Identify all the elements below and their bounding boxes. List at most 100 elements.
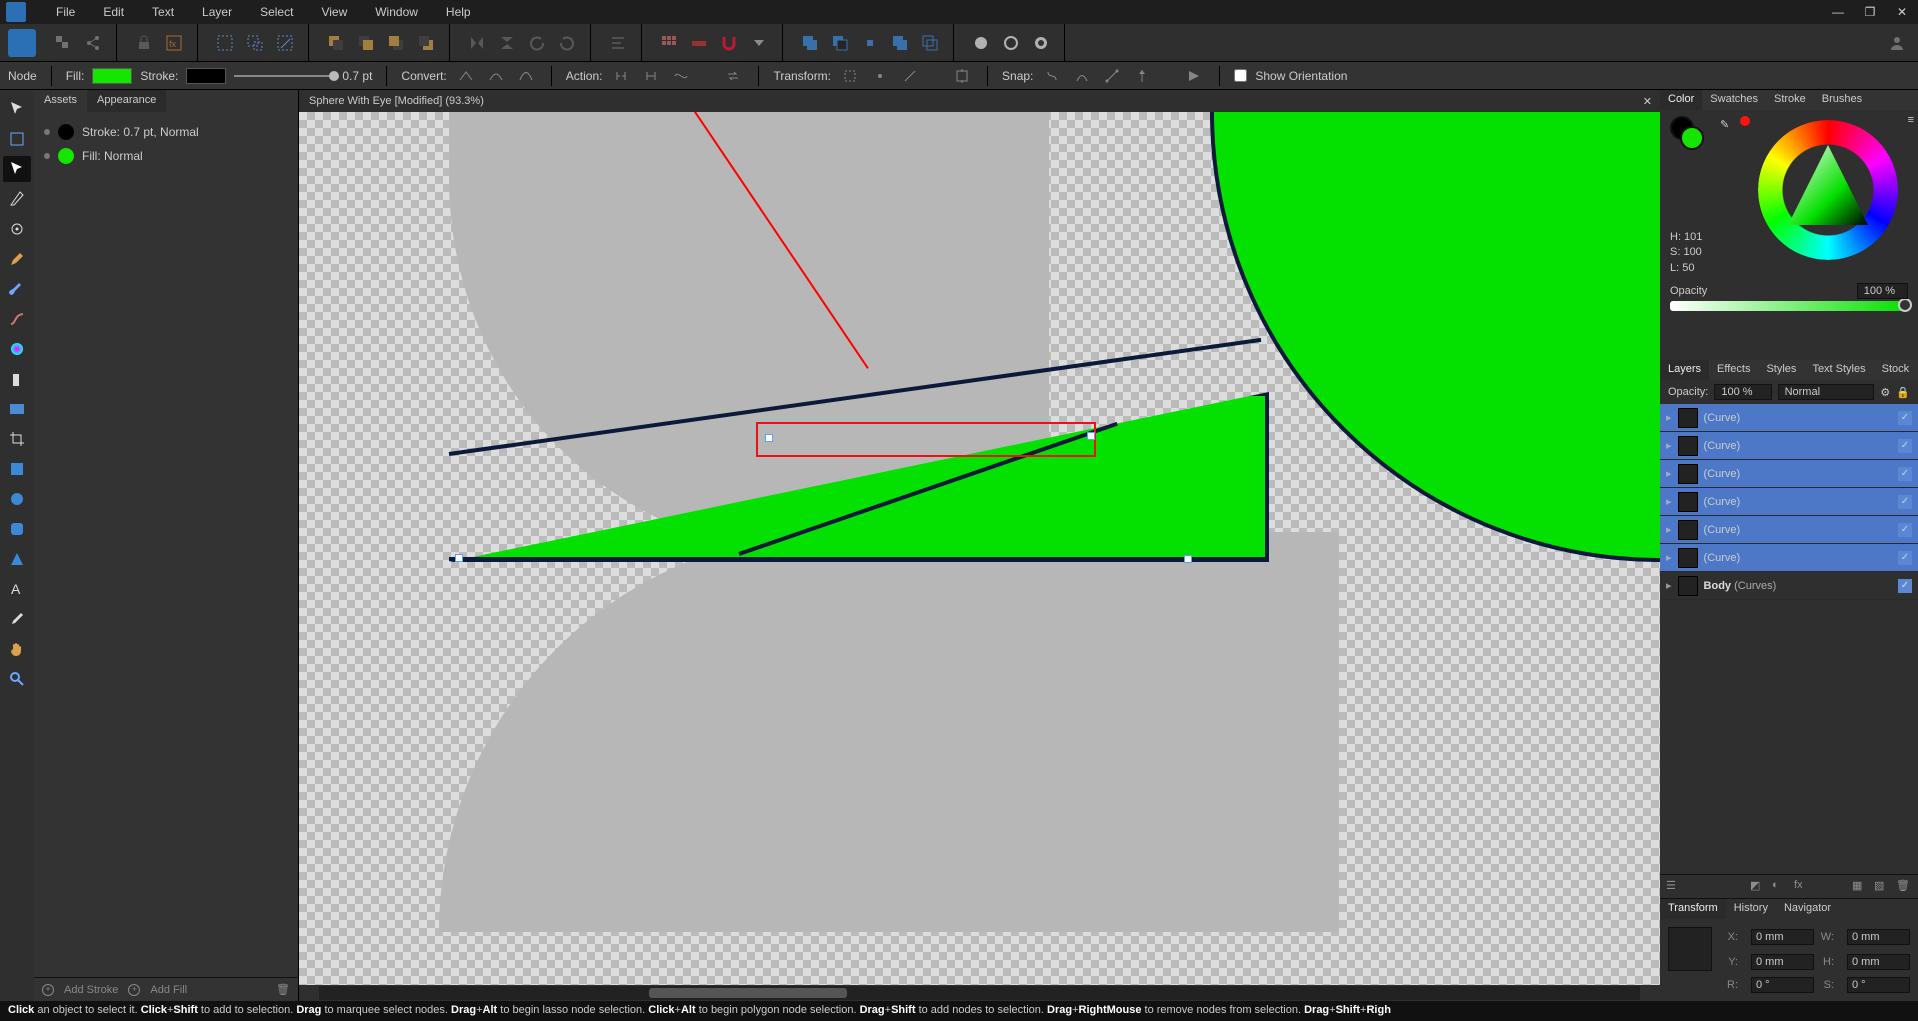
marquee-sub-icon[interactable] [272,30,298,56]
place-image-icon[interactable] [3,396,31,422]
menu-select[interactable]: Select [246,5,307,19]
transform-something-icon[interactable] [899,65,921,87]
layers-mask-icon[interactable]: ◩ [1750,879,1766,895]
bool-xor-icon[interactable] [887,30,913,56]
layer-row[interactable]: ▸(Curve)✓ [1660,432,1918,460]
convert-sharp-icon[interactable] [455,65,477,87]
tab-swatches[interactable]: Swatches [1702,90,1766,110]
order-back-icon[interactable] [413,30,439,56]
ellipse-shape-icon[interactable] [3,486,31,512]
lock-icon[interactable] [131,30,157,56]
layer-row[interactable]: ▸Body (Curves)✓ [1660,572,1918,600]
layer-visibility-checkbox[interactable]: ✓ [1898,551,1912,565]
arrange-icon[interactable] [50,30,76,56]
tab-stroke[interactable]: Stroke [1766,90,1814,110]
layers-stack-icon[interactable]: ☰ [1666,879,1682,895]
tab-effects[interactable]: Effects [1709,360,1758,380]
menu-edit[interactable]: Edit [89,5,138,19]
appearance-row[interactable]: Fill: Normal [44,144,288,168]
layer-row[interactable]: ▸(Curve)✓ [1660,488,1918,516]
action-close-icon[interactable] [640,65,662,87]
tab-history[interactable]: History [1726,899,1776,919]
layers-fx-icon[interactable]: fx [1794,879,1810,895]
order-front-icon[interactable] [323,30,349,56]
layer-visibility-checkbox[interactable]: ✓ [1898,467,1912,481]
transform-s-value[interactable]: 0 ° [1847,977,1910,993]
snap-2-icon[interactable] [1071,65,1093,87]
stroke-swatch[interactable] [186,68,226,84]
zoom-tool-icon[interactable] [3,666,31,692]
action-smooth-icon[interactable] [670,65,692,87]
document-tab-title[interactable]: Sphere With Eye [Modified] (93.3%) [309,95,484,107]
layer-visibility-checkbox[interactable]: ✓ [1898,411,1912,425]
transform-cycle-icon[interactable] [869,65,891,87]
menu-layer[interactable]: Layer [188,5,246,19]
layer-opacity-value[interactable]: 100 % [1714,384,1771,400]
brush-tool-icon[interactable] [3,276,31,302]
layers-lock-icon[interactable]: 🔒 [1896,386,1910,399]
menu-help[interactable]: Help [432,5,485,19]
trash-icon[interactable]: 🗑 [276,983,290,996]
flip-h-icon[interactable] [464,30,490,56]
order-backward-icon[interactable] [383,30,409,56]
tab-assets[interactable]: Assets [34,90,87,112]
action-break-icon[interactable] [610,65,632,87]
opacity-value[interactable]: 100 % [1857,283,1908,299]
insert-target-icon[interactable] [968,30,994,56]
layer-visibility-checkbox[interactable]: ✓ [1898,579,1912,593]
layers-addpixel-icon[interactable]: ▦ [1852,879,1868,895]
tab-layers[interactable]: Layers [1660,360,1709,380]
menu-file[interactable]: File [42,5,89,19]
fill-tool-icon[interactable] [3,336,31,362]
add-fill-label[interactable]: Add Fill [150,984,187,996]
layers-adjust-icon[interactable]: ◐ [1772,879,1788,895]
pencil-tool-icon[interactable] [3,246,31,272]
layers-gear-icon[interactable]: ⚙ [1880,386,1890,399]
layer-row[interactable]: ▸(Curve)✓ [1660,460,1918,488]
app-persona-icon[interactable] [8,29,36,57]
bool-sub-icon[interactable] [827,30,853,56]
window-maximize[interactable]: ❐ [1854,0,1886,24]
rotate-cw-icon[interactable] [554,30,580,56]
add-stroke-label[interactable]: Add Stroke [64,984,118,996]
transform-y-value[interactable]: 0 mm [1751,954,1814,970]
document-tab-close-icon[interactable]: ✕ [1643,95,1652,108]
fill-swatch[interactable] [92,68,132,84]
grid-3-icon[interactable] [656,30,682,56]
layers-addvector-icon[interactable]: ▧ [1874,879,1890,895]
fx-icon[interactable]: fx [161,30,187,56]
rectangle-shape-icon[interactable] [3,456,31,482]
snap-1-icon[interactable] [1041,65,1063,87]
layer-visibility-checkbox[interactable]: ✓ [1898,523,1912,537]
hand-tool-icon[interactable] [3,636,31,662]
window-minimize[interactable]: — [1822,0,1854,24]
share-icon[interactable] [80,30,106,56]
layer-visibility-checkbox[interactable]: ✓ [1898,439,1912,453]
account-icon[interactable] [1884,30,1910,56]
tab-color[interactable]: Color [1660,90,1702,110]
layer-row[interactable]: ▸(Curve)✓ [1660,404,1918,432]
menu-window[interactable]: Window [361,5,432,19]
magnet-icon[interactable] [716,30,742,56]
tab-navigator[interactable]: Navigator [1776,899,1839,919]
insert-behind-icon[interactable] [998,30,1024,56]
convert-smart-icon[interactable] [515,65,537,87]
triangle-shape-icon[interactable] [3,546,31,572]
transform-x-value[interactable]: 0 mm [1751,929,1814,945]
tab-transform[interactable]: Transform [1660,899,1726,919]
layer-row[interactable]: ▸(Curve)✓ [1660,516,1918,544]
add-fill-icon[interactable]: + [128,984,140,996]
canvas-viewport[interactable] [299,112,1660,985]
tab-stock[interactable]: Stock [1874,360,1918,380]
action-reverse-icon[interactable] [722,65,744,87]
transform-w-value[interactable]: 0 mm [1847,929,1910,945]
snap-arrow-icon[interactable] [1183,65,1205,87]
ruler-icon[interactable] [686,30,712,56]
text-tool-icon[interactable]: A [3,576,31,602]
layer-row[interactable]: ▸(Curve)✓ [1660,544,1918,572]
bool-int-icon[interactable] [857,30,883,56]
bool-add-icon[interactable] [797,30,823,56]
tab-styles[interactable]: Styles [1758,360,1804,380]
crop-tool-icon[interactable] [3,426,31,452]
rotate-ccw-icon[interactable] [524,30,550,56]
